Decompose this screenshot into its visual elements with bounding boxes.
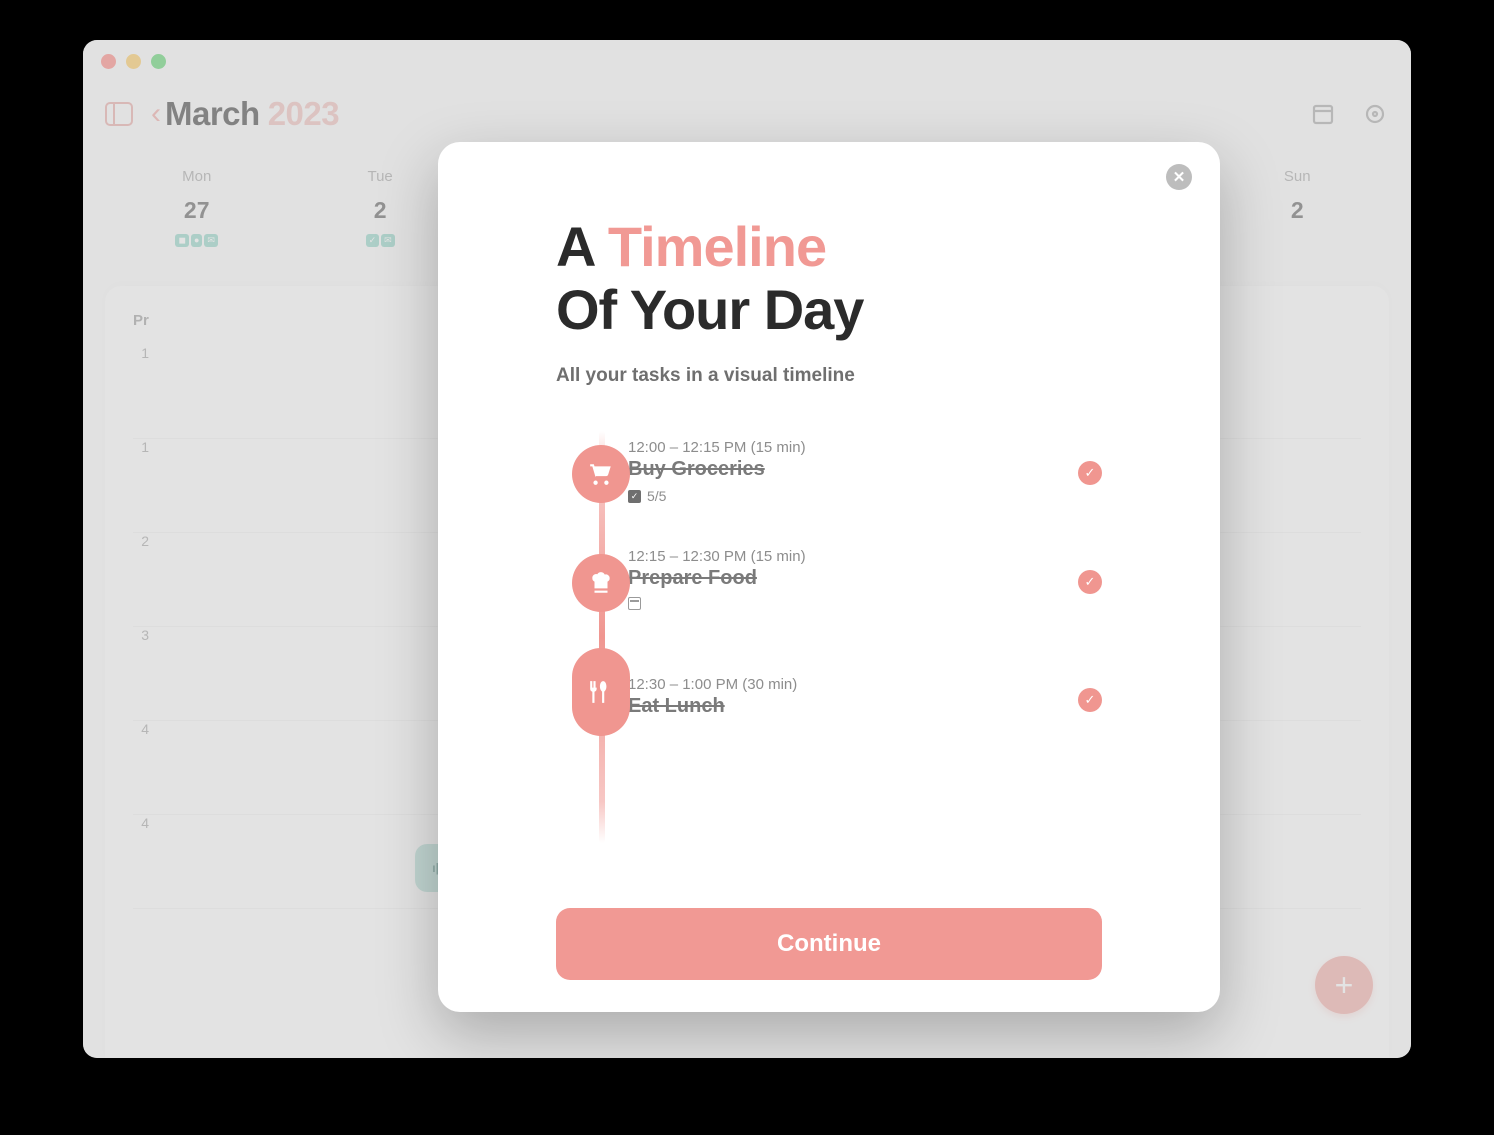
completed-check-icon: ✓ <box>1078 688 1102 712</box>
cart-icon <box>572 445 630 503</box>
chef-icon <box>572 554 630 612</box>
utensils-icon <box>572 648 630 736</box>
timeline-item: 12:30 – 1:00 PM (30 min) Eat Lunch ✓ <box>628 654 1102 718</box>
completed-check-icon: ✓ <box>1078 570 1102 594</box>
timeline-illustration: 12:00 – 12:15 PM (15 min) Buy Groceries … <box>556 439 1102 839</box>
calendar-icon <box>628 597 641 610</box>
continue-button[interactable]: Continue <box>556 908 1102 980</box>
task-time: 12:00 – 12:15 PM (15 min) <box>628 439 806 456</box>
timeline-item: 12:00 – 12:15 PM (15 min) Buy Groceries … <box>628 439 1102 504</box>
checkbox-icon: ✓ <box>628 490 641 503</box>
modal-heading: A Timeline Of Your Day <box>556 216 1102 341</box>
task-meta: ✓ 5/5 <box>628 488 806 504</box>
completed-check-icon: ✓ <box>1078 461 1102 485</box>
close-modal-button[interactable]: ✕ <box>1166 164 1192 190</box>
task-title: Buy Groceries <box>628 458 806 481</box>
modal-subtitle: All your tasks in a visual timeline <box>556 365 1102 387</box>
timeline-item: 12:15 – 12:30 PM (15 min) Prepare Food ✓ <box>628 548 1102 610</box>
app-window: ‹ March 2023 › Mon 27 ◼●✉ Tue 2 ✓✉ Wed T… <box>83 40 1411 1058</box>
onboarding-modal: ✕ A Timeline Of Your Day All your tasks … <box>438 142 1220 1012</box>
